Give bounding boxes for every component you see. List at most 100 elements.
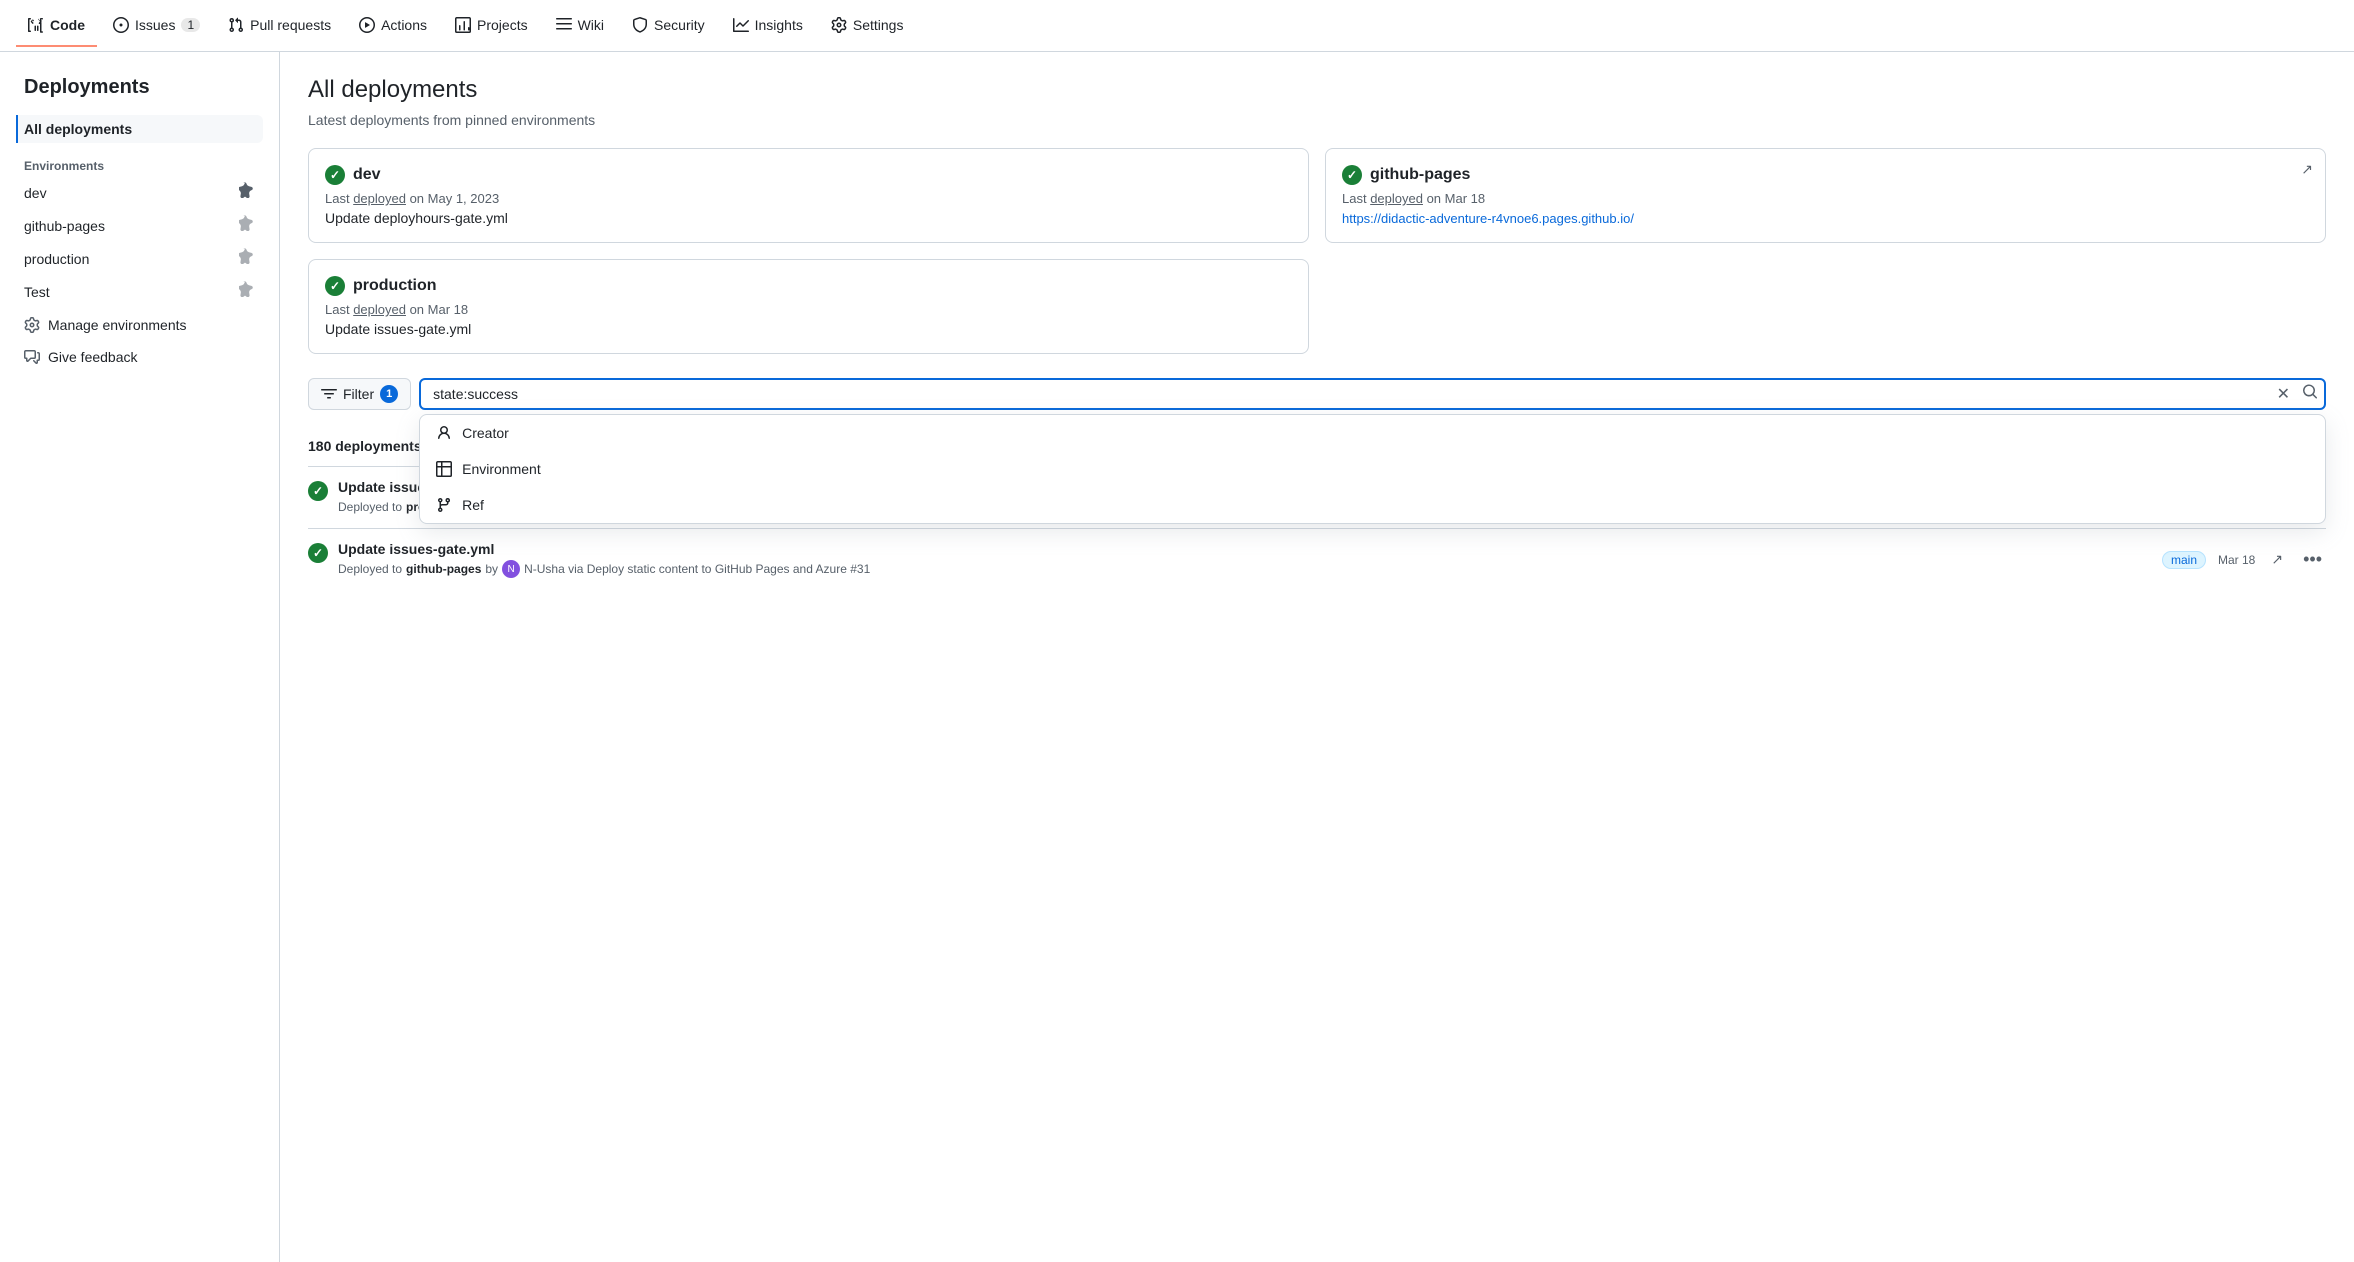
- table-icon: [436, 461, 452, 477]
- page-subtitle: Latest deployments from pinned environme…: [308, 112, 2326, 128]
- card-dev-commit: Update deployhours-gate.yml: [325, 210, 1292, 226]
- settings-icon: [831, 17, 847, 33]
- nav-item-actions[interactable]: Actions: [347, 5, 439, 47]
- external-link-button-2[interactable]: ↗: [2267, 549, 2287, 570]
- external-link-icon[interactable]: ↗: [2301, 161, 2313, 178]
- dropdown-ref-label: Ref: [462, 497, 484, 513]
- card-production-header: ✓ production: [325, 276, 1292, 296]
- card-dev-title: dev: [353, 166, 381, 184]
- sidebar-manage-environments[interactable]: Manage environments: [16, 311, 263, 339]
- branch-icon: [436, 497, 452, 513]
- sidebar-item-label-all: All deployments: [24, 121, 132, 137]
- nav-label-code: Code: [50, 17, 85, 33]
- nav-item-issues[interactable]: Issues 1: [101, 5, 212, 47]
- nav-item-wiki[interactable]: Wiki: [544, 5, 616, 47]
- card-production-title: production: [353, 277, 437, 295]
- security-icon: [632, 17, 648, 33]
- nav-label-pull-requests: Pull requests: [250, 17, 331, 33]
- page-title: All deployments: [308, 76, 2326, 104]
- card-dev-header: ✓ dev: [325, 165, 1292, 185]
- nav-label-security: Security: [654, 17, 705, 33]
- gear-icon: [24, 317, 40, 333]
- filter-badge: 1: [380, 385, 398, 403]
- card-github-pages-url[interactable]: https://didactic-adventure-r4vnoe6.pages…: [1342, 211, 1634, 226]
- pinned-cards: ✓ dev Last deployed on May 1, 2023 Updat…: [308, 148, 2326, 354]
- card-github-pages[interactable]: ✓ github-pages ↗ Last deployed on Mar 18…: [1325, 148, 2326, 243]
- search-icon: [2302, 384, 2318, 400]
- search-input[interactable]: [419, 378, 2326, 410]
- dropdown-item-creator[interactable]: Creator: [420, 415, 2325, 451]
- issues-badge: 1: [181, 18, 200, 32]
- pr-icon: [228, 17, 244, 33]
- card-dev-meta: Last deployed on May 1, 2023: [325, 191, 1292, 206]
- sidebar-env-dev[interactable]: dev: [16, 177, 263, 208]
- success-icon-github-pages: ✓: [1342, 165, 1362, 185]
- card-dev[interactable]: ✓ dev Last deployed on May 1, 2023 Updat…: [308, 148, 1309, 243]
- nav-item-settings[interactable]: Settings: [819, 5, 916, 47]
- nav-item-code[interactable]: Code: [16, 5, 97, 47]
- pin-icon-production[interactable]: [239, 248, 255, 269]
- deployment-row-right-2: main Mar 18 ↗ •••: [2162, 547, 2326, 572]
- sidebar-env-production[interactable]: production: [16, 243, 263, 274]
- sidebar-title: Deployments: [16, 76, 263, 99]
- env-name-production: production: [24, 251, 89, 267]
- code-icon: [28, 17, 44, 33]
- card-github-pages-meta: Last deployed on Mar 18: [1342, 191, 2309, 206]
- user-label-2: N-Usha via Deploy static content to GitH…: [524, 562, 870, 576]
- sidebar-give-feedback[interactable]: Give feedback: [16, 343, 263, 371]
- dropdown-creator-label: Creator: [462, 425, 509, 441]
- pin-icon-github-pages[interactable]: [239, 215, 255, 236]
- card-github-pages-deployed-link[interactable]: deployed: [1370, 191, 1423, 206]
- status-icon-dep1: ✓: [308, 481, 328, 501]
- nav-label-insights: Insights: [755, 17, 803, 33]
- insights-icon: [733, 17, 749, 33]
- nav-item-security[interactable]: Security: [620, 5, 717, 47]
- success-icon-dev: ✓: [325, 165, 345, 185]
- dropdown-item-environment[interactable]: Environment: [420, 451, 2325, 487]
- more-button-2[interactable]: •••: [2299, 547, 2326, 572]
- issues-icon: [113, 17, 129, 33]
- filter-button[interactable]: Filter 1: [308, 378, 411, 410]
- nav-label-projects: Projects: [477, 17, 528, 33]
- deployment-meta-2: Deployed to github-pages by N N-Usha via…: [338, 560, 2146, 578]
- sidebar-env-github-pages[interactable]: github-pages: [16, 210, 263, 241]
- status-icon-dep2: ✓: [308, 543, 328, 563]
- branch-badge-2: main: [2162, 551, 2206, 569]
- filter-label: Filter: [343, 386, 374, 402]
- nav-label-settings: Settings: [853, 17, 904, 33]
- deployed-to-2: github-pages: [406, 562, 481, 576]
- card-dev-deployed-link[interactable]: deployed: [353, 191, 406, 206]
- pin-icon-dev[interactable]: [239, 182, 255, 203]
- give-feedback-label: Give feedback: [48, 349, 138, 365]
- avatar-2: N: [502, 560, 520, 578]
- success-icon-production: ✓: [325, 276, 345, 296]
- top-nav: Code Issues 1 Pull requests Actions Proj…: [0, 0, 2354, 52]
- table-row: ✓ Update issues-gate.yml Deployed to git…: [308, 528, 2326, 590]
- search-submit-button[interactable]: [2302, 384, 2318, 405]
- env-name-test: Test: [24, 284, 50, 300]
- filter-dropdown: Creator Environment Ref: [419, 414, 2326, 524]
- search-container: ✕ Creator Environment: [419, 378, 2326, 410]
- nav-item-projects[interactable]: Projects: [443, 5, 540, 47]
- nav-item-insights[interactable]: Insights: [721, 5, 815, 47]
- nav-label-issues: Issues: [135, 17, 175, 33]
- card-production[interactable]: ✓ production Last deployed on Mar 18 Upd…: [308, 259, 1309, 354]
- pin-icon-test[interactable]: [239, 281, 255, 302]
- search-clear-button[interactable]: ✕: [2277, 384, 2290, 404]
- filter-bar: Filter 1 ✕ Creator Environmen: [308, 378, 2326, 410]
- card-github-pages-header: ✓ github-pages: [1342, 165, 2309, 185]
- actions-icon: [359, 17, 375, 33]
- card-github-pages-title: github-pages: [1370, 166, 1470, 184]
- manage-environments-label: Manage environments: [48, 317, 187, 333]
- sidebar-environments-label: Environments: [16, 151, 263, 177]
- nav-item-pull-requests[interactable]: Pull requests: [216, 5, 343, 47]
- wiki-icon: [556, 17, 572, 33]
- deployment-info-2: Update issues-gate.yml Deployed to githu…: [338, 541, 2146, 578]
- env-name-github-pages: github-pages: [24, 218, 105, 234]
- layout: Deployments All deployments Environments…: [0, 52, 2354, 1262]
- dropdown-item-ref[interactable]: Ref: [420, 487, 2325, 523]
- sidebar-env-test[interactable]: Test: [16, 276, 263, 307]
- card-production-deployed-link[interactable]: deployed: [353, 302, 406, 317]
- sidebar-item-all-deployments[interactable]: All deployments: [16, 115, 263, 143]
- card-production-commit: Update issues-gate.yml: [325, 321, 1292, 337]
